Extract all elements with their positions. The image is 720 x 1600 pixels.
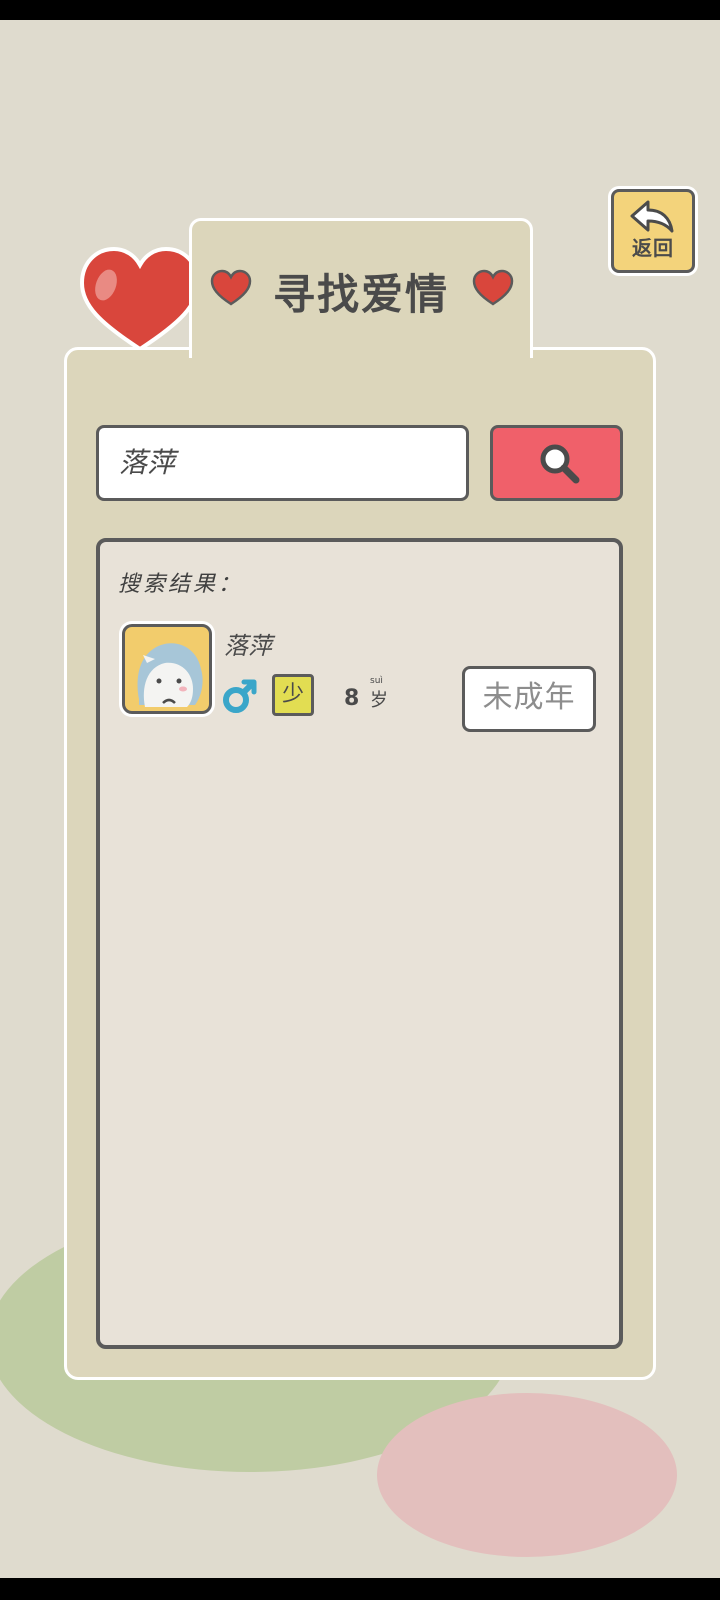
hedgehog-avatar-icon bbox=[137, 643, 203, 707]
search-button[interactable] bbox=[490, 425, 623, 501]
tab-joiner bbox=[192, 340, 530, 354]
back-label: 返回 bbox=[632, 236, 674, 260]
search-input[interactable]: 落萍 bbox=[96, 425, 469, 501]
heart-icon bbox=[472, 269, 514, 306]
avatar[interactable] bbox=[122, 624, 212, 714]
male-icon bbox=[223, 679, 257, 713]
result-name: 落萍 bbox=[224, 632, 272, 660]
age-number: 8 bbox=[344, 686, 360, 711]
result-item[interactable]: 落萍 少 8 suì 岁 未成年 bbox=[122, 624, 602, 732]
pink-grass-blob bbox=[377, 1393, 677, 1557]
nav-bar bbox=[0, 1578, 720, 1600]
life-stage-badge: 少 bbox=[272, 674, 314, 716]
back-arrow-icon bbox=[630, 200, 674, 233]
search-results-box: 搜索结果： 落萍 少 8 suì 岁 未成年 bbox=[96, 538, 623, 1349]
age-pinyin: suì bbox=[370, 676, 383, 686]
big-heart-icon bbox=[80, 246, 200, 352]
results-label: 搜索结果： bbox=[118, 572, 244, 597]
back-button[interactable]: 返回 bbox=[611, 189, 695, 273]
status-bar bbox=[0, 0, 720, 20]
minor-status-button[interactable]: 未成年 bbox=[462, 666, 596, 732]
age-unit: 岁 bbox=[370, 690, 388, 711]
search-icon bbox=[540, 444, 580, 484]
title-tab: 寻找爱情 bbox=[189, 218, 533, 358]
